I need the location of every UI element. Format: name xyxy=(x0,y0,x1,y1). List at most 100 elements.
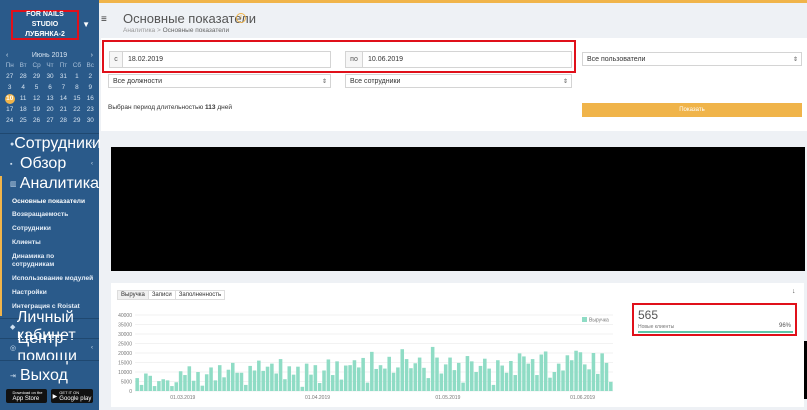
bar xyxy=(591,353,596,391)
calendar-day[interactable]: 13 xyxy=(43,94,56,104)
calendar-day[interactable]: 18 xyxy=(16,105,29,115)
bar xyxy=(204,374,209,391)
calendar-day[interactable]: 30 xyxy=(43,72,56,82)
calendar-day[interactable]: 27 xyxy=(43,116,56,126)
studio-line2: ЛУБЯНКА-2 xyxy=(25,31,65,38)
calendar-day[interactable]: 4 xyxy=(16,83,29,93)
bar xyxy=(604,362,609,391)
calendar-day[interactable]: 26 xyxy=(30,116,43,126)
calendar-day[interactable]: 17 xyxy=(3,105,16,115)
date-to-field[interactable]: по 10.06.2019 xyxy=(345,51,572,68)
sidebar-subitem[interactable]: Клиенты xyxy=(0,239,99,247)
calendar-month[interactable]: Июнь 2019 xyxy=(32,52,67,59)
calendar-day[interactable]: 15 xyxy=(70,94,83,104)
calendar-day[interactable]: 1 xyxy=(70,72,83,82)
positions-select[interactable]: Все должности ⇕ xyxy=(108,74,331,88)
bar xyxy=(339,379,344,391)
calendar-day[interactable]: 31 xyxy=(57,72,70,82)
collapse-icon[interactable]: ↓ xyxy=(792,288,796,295)
sidebar-item-label: Сотрудники xyxy=(14,135,101,152)
sidebar-item-employees[interactable]: ● Сотрудники ‹ xyxy=(0,135,101,152)
calendar-day[interactable]: 30 xyxy=(84,116,97,126)
bar xyxy=(287,366,292,391)
bar xyxy=(439,373,444,391)
calendar-day[interactable]: 19 xyxy=(30,105,43,115)
bar xyxy=(400,349,405,391)
sidebar-subitem[interactable]: Возвращаемость xyxy=(0,211,99,219)
calendar-day[interactable]: 25 xyxy=(16,116,29,126)
sidebar-subitem[interactable]: Использование модулей xyxy=(0,275,99,283)
bar xyxy=(378,365,383,391)
sidebar-subitem[interactable]: Сотрудники xyxy=(0,225,99,233)
tab-occupancy[interactable]: Заполненность xyxy=(174,290,226,300)
calendar-day[interactable]: 28 xyxy=(16,72,29,82)
sidebar-item-analytics[interactable]: ▥ Аналитика ⌄ xyxy=(0,175,99,192)
users-select[interactable]: Все пользователи ⇕ xyxy=(582,52,802,66)
calendar-weekday: Вт xyxy=(19,62,27,69)
bar xyxy=(209,367,213,391)
calendar-day[interactable]: 29 xyxy=(70,116,83,126)
users-select-value: Все пользователи xyxy=(587,55,646,63)
calendar-day[interactable]: 28 xyxy=(57,116,70,126)
grid-icon: ▪ xyxy=(10,160,13,168)
sidebar-subitem[interactable]: Настройки xyxy=(0,289,99,297)
studio-switcher[interactable]: FOR NAILS STUDIO ЛУБЯНКА-2 ▼ xyxy=(4,4,96,44)
bar xyxy=(456,362,461,391)
help-icon: ◎ xyxy=(10,345,17,352)
calendar-day[interactable]: 24 xyxy=(3,116,16,126)
calendar-day[interactable]: 20 xyxy=(43,105,56,115)
bar xyxy=(582,364,587,391)
bar xyxy=(574,350,578,391)
calendar-header: ‹ Июнь 2019 › xyxy=(0,49,99,61)
calendar-day[interactable]: 29 xyxy=(30,72,43,82)
bar xyxy=(509,360,513,391)
bar xyxy=(470,361,474,391)
sidebar-subitem[interactable]: Динамика по сотрудникам xyxy=(0,253,90,269)
info-icon[interactable]: i xyxy=(236,13,246,23)
sidebar-item-help[interactable]: ◎ Центр помощи ‹ xyxy=(0,330,99,365)
calendar-day[interactable]: 12 xyxy=(30,94,43,104)
calendar-day[interactable]: 9 xyxy=(84,83,97,93)
bar xyxy=(239,372,244,391)
sidebar-subitem[interactable]: Основные показатели xyxy=(0,198,99,206)
menu-icon[interactable]: ≡ xyxy=(101,14,107,25)
date-from-field[interactable]: с 18.02.2019 xyxy=(109,51,331,68)
calendar-day[interactable]: 16 xyxy=(84,94,97,104)
show-button[interactable]: Показать xyxy=(582,103,802,117)
bar xyxy=(352,360,357,391)
google-play-badge[interactable]: ▶ GET IT ON Google play xyxy=(51,389,93,403)
date-from-label: с xyxy=(110,52,123,67)
calendar-day[interactable]: 22 xyxy=(70,105,83,115)
calendar-day[interactable]: 14 xyxy=(57,94,70,104)
chevron-down-icon[interactable]: ▼ xyxy=(82,20,90,29)
calendar-prev-button[interactable]: ‹ xyxy=(6,52,8,59)
sidebar-subitem[interactable]: Интеграция с Roistat xyxy=(0,303,99,311)
sidebar-item-logout[interactable]: ⇥ Выход xyxy=(0,367,99,384)
sidebar-item-overview[interactable]: ▪ Обзор ‹ xyxy=(0,155,99,172)
calendar-weekday: Вс xyxy=(86,62,95,69)
calendar-day[interactable]: 3 xyxy=(3,83,16,93)
calendar-day[interactable]: 27 xyxy=(3,72,16,82)
calendar-day[interactable]: 5 xyxy=(30,83,43,93)
bar xyxy=(148,375,152,391)
app-store-badge[interactable]: Download on the App Store xyxy=(6,389,47,403)
employees-select[interactable]: Все сотрудники ⇕ xyxy=(345,74,572,88)
calendar-day[interactable]: 2 xyxy=(84,72,97,82)
chevron-down-icon: ⌄ xyxy=(87,181,93,188)
calendar-next-button[interactable]: › xyxy=(91,52,93,59)
sort-arrows-icon: ⇕ xyxy=(562,78,568,85)
calendar-day[interactable]: 11 xyxy=(16,94,29,104)
calendar-day[interactable]: 21 xyxy=(57,105,70,115)
calendar-day[interactable]: 23 xyxy=(84,105,97,115)
x-tick-label: 01.06.2019 xyxy=(570,395,595,401)
breadcrumb-root[interactable]: Аналитика xyxy=(123,27,155,34)
calendar-day[interactable]: 7 xyxy=(57,83,70,93)
tab-revenue[interactable]: Выручка xyxy=(117,290,149,300)
bar xyxy=(596,373,600,391)
bar xyxy=(178,371,183,391)
tab-records[interactable]: Записи xyxy=(147,290,176,300)
calendar-day[interactable]: 10 xyxy=(4,94,15,104)
calendar-day[interactable]: 6 xyxy=(43,83,56,93)
sidebar: FOR NAILS STUDIO ЛУБЯНКА-2 ▼ ‹ Июнь 2019… xyxy=(0,0,101,410)
calendar-day[interactable]: 8 xyxy=(70,83,83,93)
